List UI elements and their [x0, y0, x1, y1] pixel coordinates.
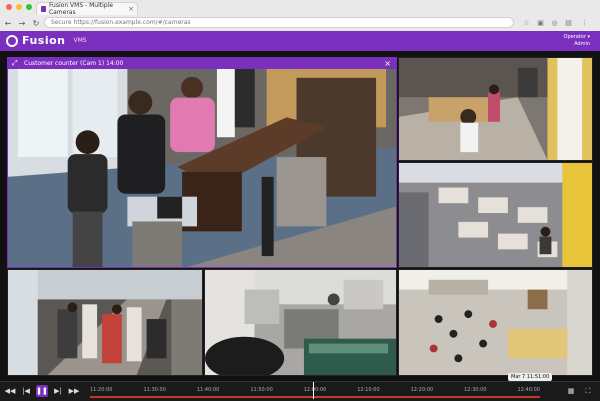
favicon-icon: [41, 6, 46, 12]
timeline-tick-label: 12:00:00: [303, 387, 327, 393]
user-menu[interactable]: Operator ▾ Admin: [564, 34, 590, 48]
timeline-tick-label: 12:10:00: [357, 387, 380, 393]
camera-title: Customer counter (Cam 1) 14:00: [24, 60, 124, 67]
camera-grid: ⤢ Customer counter (Cam 1) 14:00 ×: [0, 51, 600, 381]
app-subtitle: VMS: [73, 37, 87, 44]
close-window-dot[interactable]: [6, 4, 12, 10]
camera-tile[interactable]: [398, 57, 593, 161]
tab-title: Fusion VMS - Multiple Cameras: [48, 2, 113, 16]
address-bar[interactable]: Secure https://fusion.example.com/#/came…: [44, 17, 514, 28]
expand-icon[interactable]: ⤢: [12, 59, 18, 68]
step-forward-icon[interactable]: ▶|: [52, 385, 64, 397]
step-back-icon[interactable]: |◀: [20, 385, 32, 397]
user-line1: Operator ▾: [563, 34, 590, 40]
playhead-time-label: Mar 7 11:51:00: [508, 373, 553, 381]
camera-tile[interactable]: [7, 269, 203, 376]
browser-chrome: Fusion VMS - Multiple Cameras × ← → ↻ Se…: [0, 0, 600, 32]
timeline-tick-label: 11:30:00: [143, 387, 166, 393]
timeline-tick-label: 11:20:00: [90, 387, 113, 393]
extension-icon[interactable]: ▤: [564, 18, 573, 27]
calendar-icon[interactable]: ▦: [565, 385, 577, 397]
camera-tile[interactable]: [204, 269, 397, 376]
timeline-tick-label: 12:30:00: [464, 387, 487, 393]
fusion-logo-icon: [6, 34, 18, 47]
camera-tile[interactable]: [398, 162, 593, 268]
browser-menu-icon[interactable]: ⋮: [580, 18, 589, 27]
address-row: ← → ↻ Secure https://fusion.example.com/…: [0, 15, 600, 31]
camera-feed: [399, 163, 592, 267]
playhead[interactable]: Mar 7 11:51:00: [313, 373, 553, 399]
fast-forward-icon[interactable]: ▶▶: [68, 385, 80, 397]
timeline-tick-label: 11:50:00: [250, 387, 273, 393]
camera-feed: [8, 270, 202, 375]
user-line2: Admin: [574, 41, 590, 47]
camera-feed-main: [8, 58, 396, 267]
maximize-window-dot[interactable]: [26, 4, 32, 10]
app-header: Fusion VMS Operator ▾ Admin: [0, 31, 600, 51]
app-logo[interactable]: Fusion VMS: [6, 34, 87, 47]
extension-icon[interactable]: ◎: [550, 18, 559, 27]
minimize-window-dot[interactable]: [16, 4, 22, 10]
timeline-tick-label: 11:40:00: [196, 387, 220, 393]
bookmark-star-icon[interactable]: ☆: [522, 18, 531, 27]
forward-icon[interactable]: →: [16, 17, 28, 29]
timeline-track[interactable]: 11:20:00 11:30:00 11:40:00 11:50:00 12:00:00…: [90, 373, 553, 399]
playback-controls: ◀◀ |◀ ❚❚ ▶| ▶▶: [4, 385, 80, 397]
timeline-right-controls: ▦ ⛶: [565, 385, 594, 397]
timeline-tick-label: 12:20:00: [410, 387, 434, 393]
timeline-tick-label: 12:40:00: [517, 387, 540, 393]
playback-timeline: ◀◀ |◀ ❚❚ ▶| ▶▶ 11:20:00 11:30:00 11:40:00 1…: [0, 373, 600, 401]
camera-main[interactable]: ⤢ Customer counter (Cam 1) 14:00 ×: [7, 57, 397, 268]
camera-feed: [399, 58, 592, 160]
pause-button[interactable]: ❚❚: [36, 385, 48, 397]
window-controls: [6, 4, 32, 10]
camera-feed: [399, 270, 592, 375]
timeline-progress-line: [90, 396, 540, 398]
close-tab-icon[interactable]: ×: [128, 5, 134, 13]
timeline-ticks: 11:20:00 11:30:00 11:40:00 11:50:00 12:00:00…: [90, 387, 540, 393]
back-icon[interactable]: ←: [2, 17, 14, 29]
tab-bar: Fusion VMS - Multiple Cameras ×: [0, 0, 600, 16]
reload-icon[interactable]: ↻: [30, 17, 42, 29]
camera-title-bar: ⤢ Customer counter (Cam 1) 14:00 ×: [8, 58, 396, 69]
browser-tab[interactable]: Fusion VMS - Multiple Cameras ×: [36, 2, 138, 16]
app-name: Fusion: [22, 34, 66, 47]
camera-feed: [205, 270, 396, 375]
extension-icon[interactable]: ▣: [536, 18, 545, 27]
camera-tile[interactable]: [398, 269, 593, 376]
rewind-icon[interactable]: ◀◀: [4, 385, 16, 397]
fullscreen-icon[interactable]: ⛶: [582, 385, 594, 397]
close-icon[interactable]: ×: [384, 59, 391, 68]
